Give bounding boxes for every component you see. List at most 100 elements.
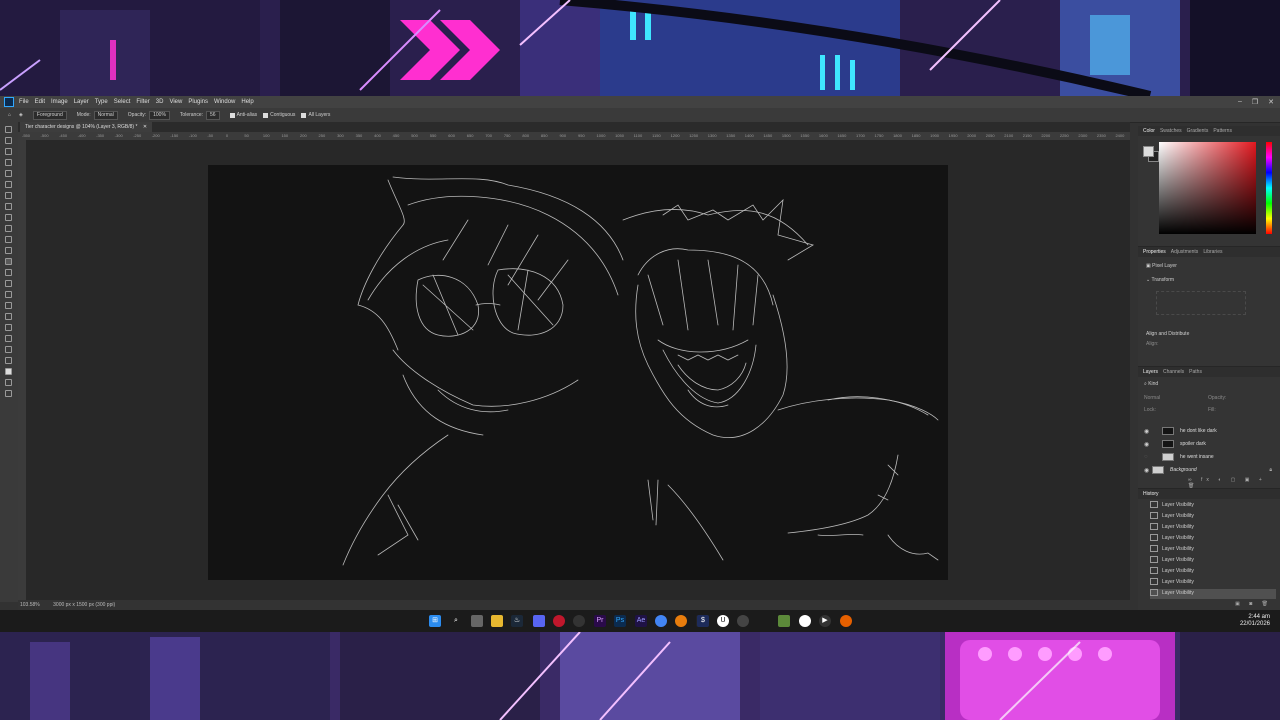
steam-icon[interactable]: ♨ xyxy=(511,615,523,627)
history-item[interactable]: Layer Visibility xyxy=(1150,545,1276,555)
eraser-tool-icon[interactable] xyxy=(5,247,12,254)
history-item[interactable]: Layer Visibility xyxy=(1150,523,1276,533)
menu-filter[interactable]: Filter xyxy=(136,99,149,105)
hue-slider[interactable] xyxy=(1266,142,1272,234)
money-app-icon[interactable]: $ xyxy=(697,615,709,627)
history-item[interactable]: Layer Visibility xyxy=(1150,578,1276,588)
tab-channels[interactable]: Channels xyxy=(1163,369,1184,375)
document-tab[interactable]: Tier character designs @ 104% (Layer 3, … xyxy=(20,122,153,132)
more-tools-icon[interactable] xyxy=(5,357,12,364)
tab-adjustments[interactable]: Adjustments xyxy=(1171,249,1199,255)
history-item[interactable]: Layer Visibility xyxy=(1150,567,1276,577)
quick-mask-icon[interactable] xyxy=(5,379,12,386)
zoom-tool-icon[interactable] xyxy=(5,346,12,353)
foreground-color-swatch-panel[interactable] xyxy=(1143,146,1154,157)
all-layers-checkbox[interactable] xyxy=(301,112,307,118)
tab-swatches[interactable]: Swatches xyxy=(1160,128,1182,134)
layer-row[interactable]: ◉ Background 🔒︎ xyxy=(1138,464,1280,476)
history-item-selected[interactable]: Layer Visibility xyxy=(1150,589,1276,599)
document-canvas[interactable] xyxy=(208,165,948,580)
discord-icon[interactable] xyxy=(533,615,545,627)
history-actions-bar[interactable]: ▣ ◙ 🗑︎ xyxy=(1235,601,1272,607)
menu-3d[interactable]: 3D xyxy=(156,99,164,105)
move-tool-icon[interactable] xyxy=(5,126,12,133)
eyedropper-tool-icon[interactable] xyxy=(5,192,12,199)
clone-stamp-tool-icon[interactable] xyxy=(5,225,12,232)
minecraft-icon[interactable] xyxy=(778,615,790,627)
maximize-icon[interactable]: ❐ xyxy=(1252,98,1258,106)
tab-layers[interactable]: Layers xyxy=(1143,369,1158,375)
magic-wand-tool-icon[interactable] xyxy=(5,159,12,166)
opera-icon[interactable] xyxy=(553,615,565,627)
tab-properties[interactable]: Properties xyxy=(1143,249,1166,255)
zoom-level[interactable]: 103.58% xyxy=(20,602,40,608)
path-selection-tool-icon[interactable] xyxy=(5,313,12,320)
blur-tool-icon[interactable] xyxy=(5,269,12,276)
marquee-tool-icon[interactable] xyxy=(5,137,12,144)
frame-tool-icon[interactable] xyxy=(5,181,12,188)
home-icon[interactable]: ⌂ xyxy=(8,112,11,118)
eye-icon[interactable]: ◉ xyxy=(1144,467,1149,474)
layer-filter-select[interactable]: Kind xyxy=(1148,381,1158,387)
brush-tool-icon[interactable] xyxy=(5,214,12,221)
eye-hidden-icon[interactable]: ○ xyxy=(1144,454,1148,460)
align-section[interactable]: Align and Distribute xyxy=(1146,331,1189,337)
tab-paths[interactable]: Paths xyxy=(1189,369,1202,375)
menu-select[interactable]: Select xyxy=(114,99,131,105)
canvas-workspace[interactable] xyxy=(26,140,1130,600)
browser-icon[interactable] xyxy=(573,615,585,627)
screen-mode-icon[interactable] xyxy=(5,390,12,397)
history-brush-tool-icon[interactable] xyxy=(5,236,12,243)
search-icon[interactable]: ⌕ xyxy=(450,615,462,627)
osu-icon[interactable] xyxy=(799,615,811,627)
menu-edit[interactable]: Edit xyxy=(35,99,45,105)
pen-tool-icon[interactable] xyxy=(5,291,12,298)
opacity-input[interactable]: 100% xyxy=(149,110,170,120)
eye-icon[interactable]: ◉ xyxy=(1144,441,1149,448)
lasso-tool-icon[interactable] xyxy=(5,148,12,155)
layer-row[interactable]: ○ he went insane xyxy=(1138,451,1280,463)
menu-plugins[interactable]: Plugins xyxy=(188,99,208,105)
history-item[interactable]: Layer Visibility xyxy=(1150,556,1276,566)
fill-source-select[interactable]: Foreground xyxy=(32,110,67,120)
tolerance-input[interactable]: 56 xyxy=(206,110,220,120)
close-tab-icon[interactable]: ✕ xyxy=(143,124,147,130)
after-effects-icon[interactable]: Ae xyxy=(635,615,647,627)
rectangle-tool-icon[interactable] xyxy=(5,324,12,331)
crop-tool-icon[interactable] xyxy=(5,170,12,177)
tab-libraries[interactable]: Libraries xyxy=(1203,249,1222,255)
contiguous-checkbox[interactable] xyxy=(263,112,269,118)
transform-section[interactable]: Transform xyxy=(1152,277,1175,283)
start-icon[interactable]: ⊞ xyxy=(429,615,441,627)
anti-alias-checkbox[interactable] xyxy=(229,112,235,118)
blender-icon[interactable] xyxy=(675,615,687,627)
tab-patterns[interactable]: Patterns xyxy=(1213,128,1232,134)
task-view-icon[interactable] xyxy=(471,615,483,627)
menu-file[interactable]: File xyxy=(19,99,29,105)
close-icon[interactable]: ✕ xyxy=(1268,98,1274,106)
history-item[interactable]: Layer Visibility xyxy=(1150,512,1276,522)
blend-mode-select[interactable]: Normal xyxy=(1144,395,1160,401)
media-player-icon[interactable]: ▶ xyxy=(819,615,831,627)
tab-gradients[interactable]: Gradients xyxy=(1187,128,1209,134)
chrome-icon[interactable] xyxy=(655,615,667,627)
history-item[interactable]: Layer Visibility xyxy=(1150,534,1276,544)
mode-select[interactable]: Normal xyxy=(93,110,118,120)
unreal-icon[interactable]: U xyxy=(717,615,729,627)
premiere-icon[interactable]: Pr xyxy=(594,615,606,627)
paint-bucket-tool-icon[interactable] xyxy=(5,258,12,265)
obs-icon[interactable] xyxy=(737,615,749,627)
file-explorer-icon[interactable] xyxy=(491,615,503,627)
hand-tool-icon[interactable] xyxy=(5,335,12,342)
eye-icon[interactable]: ◉ xyxy=(1144,428,1149,435)
photoshop-icon[interactable]: Ps xyxy=(614,615,626,627)
dodge-tool-icon[interactable] xyxy=(5,280,12,287)
layer-row[interactable]: ◉ he dont like dark xyxy=(1138,425,1280,437)
layer-row[interactable]: ◉ spoiler dark xyxy=(1138,438,1280,450)
minimize-icon[interactable]: – xyxy=(1238,98,1242,106)
menu-view[interactable]: View xyxy=(169,99,182,105)
history-item[interactable]: Layer Visibility xyxy=(1150,501,1276,511)
tab-history[interactable]: History xyxy=(1143,491,1159,497)
foreground-color-swatch[interactable] xyxy=(5,368,12,375)
firefox-icon[interactable] xyxy=(840,615,852,627)
